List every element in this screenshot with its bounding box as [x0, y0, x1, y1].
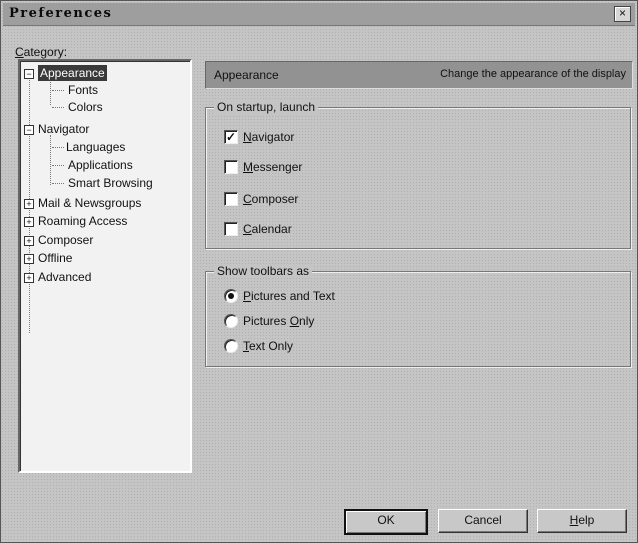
navigator-checkbox-label[interactable]: Navigator [243, 130, 294, 144]
tree-item-applications[interactable]: Applications [68, 157, 133, 173]
startup-group: On startup, launch ✓ Navigator Messenger… [205, 100, 631, 249]
expand-icon[interactable]: + [24, 199, 34, 209]
expand-icon[interactable]: + [24, 273, 34, 283]
tree-item-languages[interactable]: Languages [66, 139, 125, 155]
preferences-window: Preferences × Category: − Appearance Fon… [0, 0, 638, 543]
window-title: Preferences [9, 6, 113, 21]
panel-title: Appearance [214, 68, 279, 82]
tree-item-label: Mail & Newsgroups [38, 196, 142, 210]
expand-icon[interactable]: + [24, 217, 34, 227]
cancel-button[interactable]: Cancel [438, 509, 528, 533]
tree-item-label: Advanced [38, 270, 92, 284]
tree-item-label: Navigator [38, 122, 90, 136]
composer-checkbox[interactable] [224, 192, 238, 206]
panel-header: Appearance Change the appearance of the … [205, 61, 633, 89]
tree-item-label: Roaming Access [38, 214, 128, 228]
tree-item-fonts[interactable]: Fonts [68, 82, 98, 98]
pictures-only-radio[interactable] [224, 314, 238, 328]
category-label: Category: [15, 45, 68, 59]
expand-icon[interactable]: + [24, 236, 34, 246]
panel-description: Change the appearance of the display [440, 68, 626, 80]
text-only-radio[interactable] [224, 339, 238, 353]
toolbars-legend: Show toolbars as [214, 264, 313, 278]
navigator-checkbox[interactable]: ✓ [224, 130, 238, 144]
expand-icon[interactable]: + [24, 254, 34, 264]
calendar-checkbox[interactable] [224, 222, 238, 236]
close-icon[interactable]: × [614, 6, 631, 22]
text-only-label[interactable]: Text Only [243, 339, 293, 353]
tree-item-colors[interactable]: Colors [68, 99, 103, 115]
tree-item-label: Composer [38, 233, 94, 247]
toolbars-group: Show toolbars as Pictures and Text Pictu… [205, 264, 631, 367]
pictures-only-label[interactable]: Pictures Only [243, 314, 314, 328]
tree-item-label: Appearance [38, 65, 107, 81]
tree-item-smart-browsing[interactable]: Smart Browsing [68, 175, 153, 191]
help-button[interactable]: Help [537, 509, 627, 533]
messenger-checkbox-label[interactable]: Messenger [243, 160, 302, 174]
composer-checkbox-label[interactable]: Composer [243, 192, 298, 206]
pictures-and-text-radio[interactable] [224, 289, 238, 303]
ok-button[interactable]: OK [344, 509, 428, 535]
collapse-icon[interactable]: − [24, 125, 34, 135]
startup-legend: On startup, launch [214, 100, 319, 114]
title-bar[interactable]: Preferences × [3, 3, 635, 26]
messenger-checkbox[interactable] [224, 160, 238, 174]
pictures-and-text-label[interactable]: Pictures and Text [243, 289, 335, 303]
collapse-icon[interactable]: − [24, 69, 34, 79]
calendar-checkbox-label[interactable]: Calendar [243, 222, 292, 236]
tree-item-label: Offline [38, 251, 73, 265]
category-tree[interactable]: − Appearance Fonts Colors − Navigator La… [18, 59, 192, 473]
